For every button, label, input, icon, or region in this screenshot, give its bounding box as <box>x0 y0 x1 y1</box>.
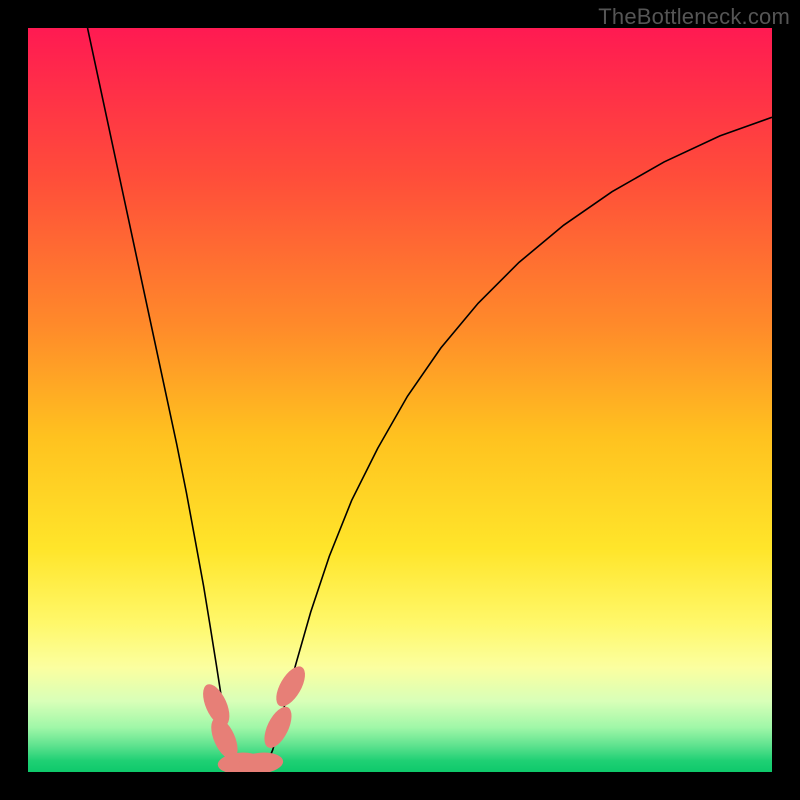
plot-area <box>28 28 772 772</box>
chart-frame: TheBottleneck.com <box>0 0 800 800</box>
watermark-text: TheBottleneck.com <box>598 4 790 30</box>
chart-svg <box>28 28 772 772</box>
chart-background <box>28 28 772 772</box>
